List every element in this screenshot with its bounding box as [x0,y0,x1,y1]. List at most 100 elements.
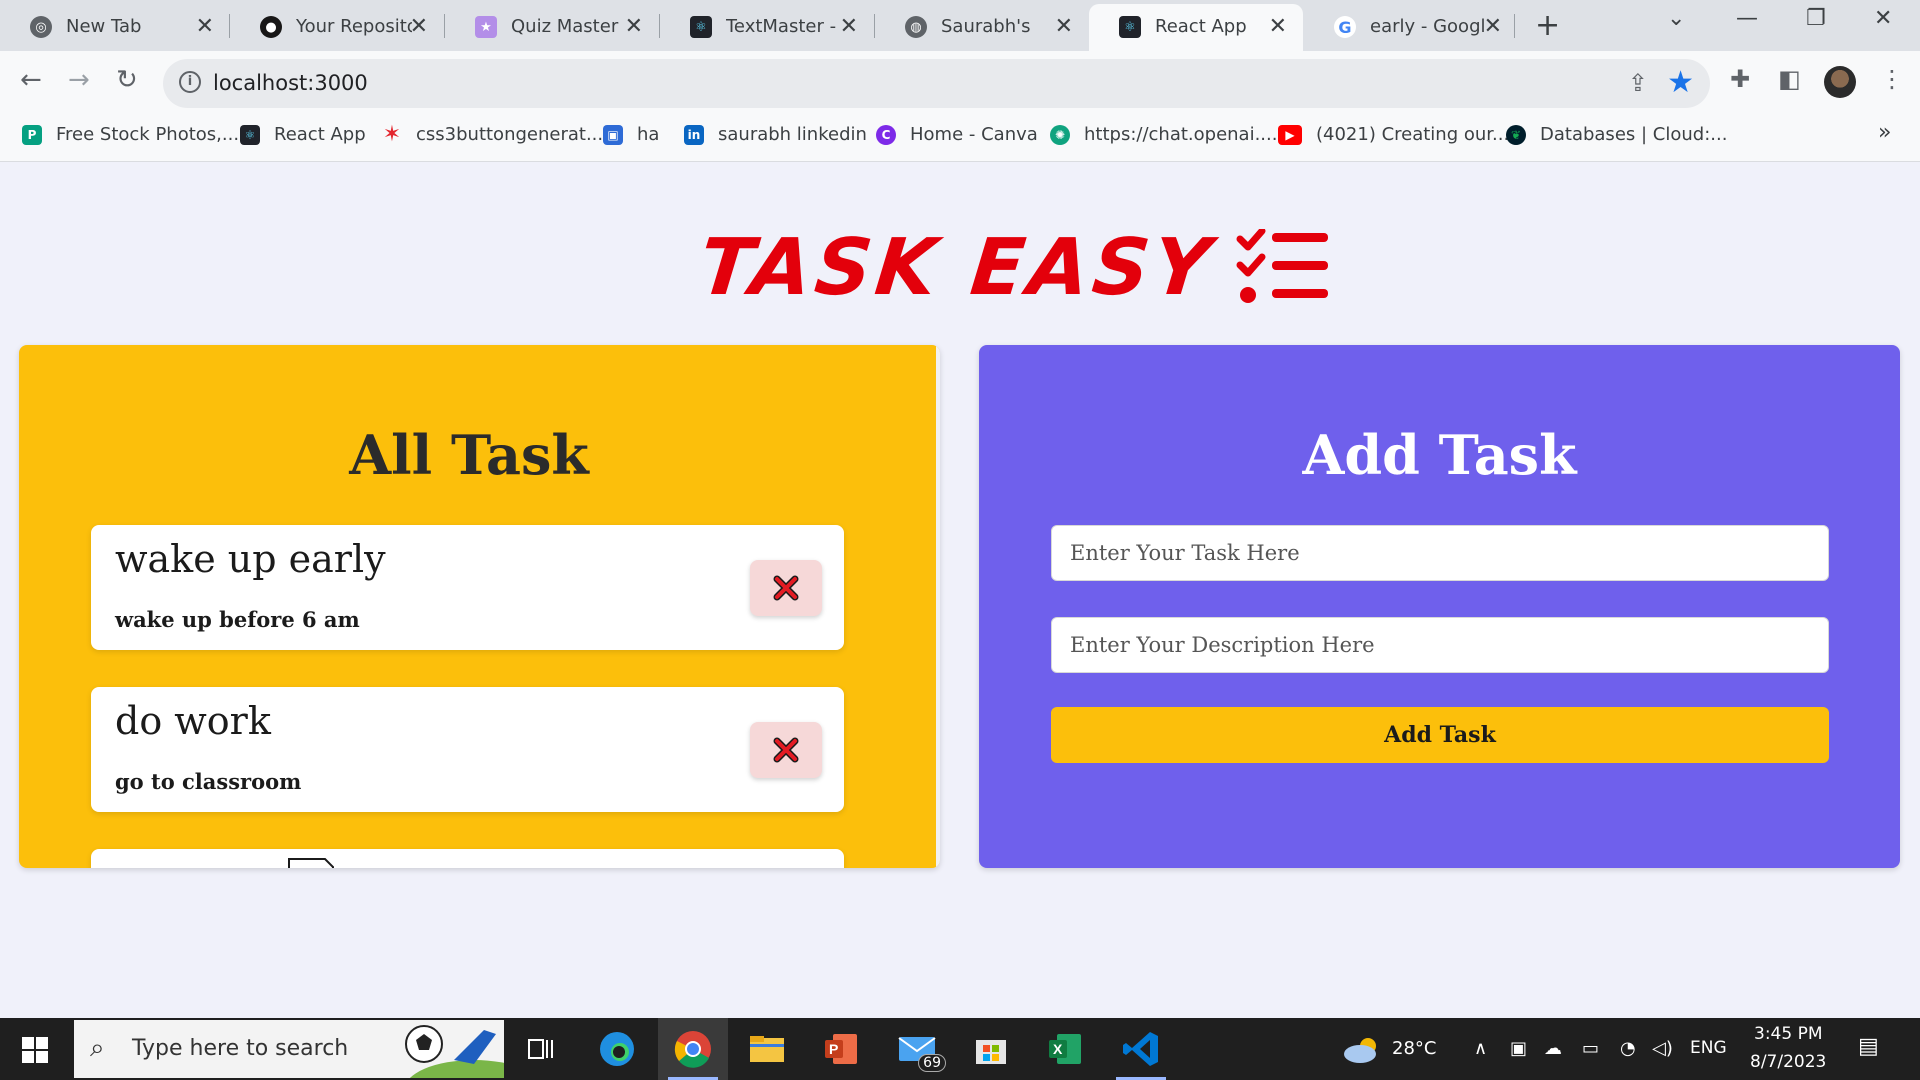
restore-icon[interactable]: ❐ [1806,6,1826,31]
task-list-scrollbar[interactable]: ▲ ▼ [936,345,940,868]
close-icon[interactable]: ✕ [625,14,643,39]
address-bar[interactable]: i localhost:3000 ⇪ ★ [163,59,1710,108]
google-icon: G [1334,16,1356,38]
tab-strip: ◎ New Tab ✕ ● Your Repositor ✕ ★ Quiz Ma… [0,0,1920,51]
task-card: wake up early wake up before 6 am [91,525,844,650]
close-icon[interactable]: ✕ [840,14,858,39]
bookmark-label: Databases | Cloud:... [1540,124,1728,145]
cube-icon: ▣ [603,124,623,145]
menu-icon[interactable]: ⋮ [1880,65,1904,93]
task-view-icon[interactable] [506,1018,576,1080]
mail-badge: 69 [918,1054,946,1072]
task-description-input[interactable] [1051,617,1829,673]
close-icon[interactable]: ✕ [1484,14,1502,39]
search-placeholder: Type here to search [132,1036,349,1061]
bookmark-ha[interactable]: ▣ ha [603,124,659,145]
task-title: do work [115,699,271,743]
forward-icon[interactable]: → [68,65,90,95]
bookmark-saurabh-linkedin[interactable]: in saurabh linkedin [684,124,867,145]
tab-early-google[interactable]: G early - Google ✕ [1304,4,1518,51]
excel-icon[interactable]: X [1030,1018,1100,1080]
more-bookmarks-icon[interactable]: » [1878,120,1891,145]
app-logo: TASK EASY [695,223,1330,313]
taskbar-search-box[interactable]: ⌕ Type here to search [74,1020,504,1078]
bookmark-label: https://chat.openai.... [1084,124,1278,145]
tab-react-app[interactable]: ⚛ React App ✕ [1089,4,1303,51]
show-hidden-icons-chevron-icon[interactable]: ∧ [1474,1038,1487,1059]
close-icon[interactable]: ✕ [196,14,214,39]
edge-icon[interactable] [582,1018,652,1080]
react-icon: ⚛ [690,16,712,38]
weather-temperature[interactable]: 28°C [1392,1038,1436,1059]
empty-state-icon [288,858,334,868]
vscode-icon[interactable] [1106,1018,1176,1080]
tab-title: Your Repositor [296,16,412,37]
volume-icon[interactable]: ◁) [1652,1038,1673,1059]
extensions-icon[interactable]: ✚ [1730,65,1750,93]
chrome-icon: ◎ [30,16,52,38]
bookmark-star-icon[interactable]: ★ [1667,65,1694,100]
close-icon[interactable]: ✕ [1269,14,1287,39]
bookmarks-bar: P Free Stock Photos,... ⚛ React App ✶ cs… [0,114,1920,162]
tab-saurabhs[interactable]: ◍ Saurabh's ✕ [875,4,1089,51]
microsoft-store-icon[interactable] [956,1018,1026,1080]
input-language[interactable]: ENG [1690,1038,1727,1058]
tab-search-chevron-icon[interactable]: ⌄ [1667,6,1685,31]
task-title-input[interactable] [1051,525,1829,581]
profile-avatar[interactable] [1824,66,1856,98]
battery-icon[interactable]: ▭ [1582,1038,1599,1059]
bookmark-mongodb-databases[interactable]: ❦ Databases | Cloud:... [1506,124,1727,145]
wifi-icon[interactable]: ◔ [1620,1038,1636,1059]
delete-task-button[interactable] [750,560,822,616]
bookmark-youtube-video[interactable]: ▶ (4021) Creating our... [1278,124,1509,145]
reload-icon[interactable]: ↻ [116,65,138,95]
search-highlight-football-icon [405,1025,504,1078]
tab-new-tab[interactable]: ◎ New Tab ✕ [0,4,230,51]
bookmark-label: ha [637,124,660,145]
task-description: go to classroom [115,769,302,794]
url-text[interactable]: localhost:3000 [213,71,368,95]
windows-start-icon[interactable] [22,1037,48,1063]
chrome-taskbar-icon[interactable] [658,1018,728,1080]
meet-now-icon[interactable]: ▣ [1510,1038,1527,1059]
onedrive-icon[interactable]: ☁ [1544,1038,1562,1059]
page-content: TASK EASY All Task wake up early wake up… [0,163,1920,1018]
site-info-icon[interactable]: i [179,71,201,93]
close-icon[interactable]: ✕ [410,14,428,39]
tab-textmaster[interactable]: ⚛ TextMaster - H ✕ [660,4,874,51]
clock-time[interactable]: 3:45 PM [1754,1024,1823,1044]
bookmark-home-canva[interactable]: C Home - Canva [876,124,1038,145]
tab-title: React App [1155,16,1247,37]
new-tab-button[interactable]: + [1535,8,1560,43]
mail-icon[interactable]: 69 [882,1018,952,1080]
side-panel-icon[interactable]: ◧ [1778,65,1801,93]
tab-your-repositories[interactable]: ● Your Repositor ✕ [230,4,444,51]
file-explorer-icon[interactable] [732,1018,802,1080]
cross-icon [773,737,799,763]
tab-title: Quiz Master [511,16,619,37]
task-card-partial [91,849,844,868]
powerpoint-icon[interactable]: P [806,1018,876,1080]
delete-task-button[interactable] [750,722,822,778]
bookmark-react-app[interactable]: ⚛ React App [240,124,366,145]
weather-cloud-icon [1344,1038,1376,1063]
notifications-icon[interactable]: ▤ [1858,1034,1879,1059]
tab-quiz-master[interactable]: ★ Quiz Master ✕ [445,4,659,51]
bookmark-free-stock-photos[interactable]: P Free Stock Photos,... [22,124,239,145]
clock-date[interactable]: 8/7/2023 [1750,1052,1826,1072]
bookmark-css3buttongenerator[interactable]: ✶ css3buttongenerat... [382,122,603,147]
tab-title: TextMaster - H [726,16,838,37]
mongodb-leaf-icon: ❦ [1506,124,1526,145]
back-icon[interactable]: ← [20,65,42,95]
bookmark-chat-openai[interactable]: ✺ https://chat.openai.... [1050,124,1277,145]
share-icon[interactable]: ⇪ [1628,69,1648,97]
pexels-icon: P [22,124,42,145]
add-task-button[interactable]: Add Task [1051,707,1829,763]
task-card: do work go to classroom [91,687,844,812]
checklist-icon [1236,229,1328,303]
youtube-icon: ▶ [1278,124,1302,145]
window-close-icon[interactable]: ✕ [1874,6,1892,31]
minimize-icon[interactable]: — [1736,6,1758,31]
close-icon[interactable]: ✕ [1055,14,1073,39]
all-tasks-panel: All Task wake up early wake up before 6 … [19,345,940,868]
